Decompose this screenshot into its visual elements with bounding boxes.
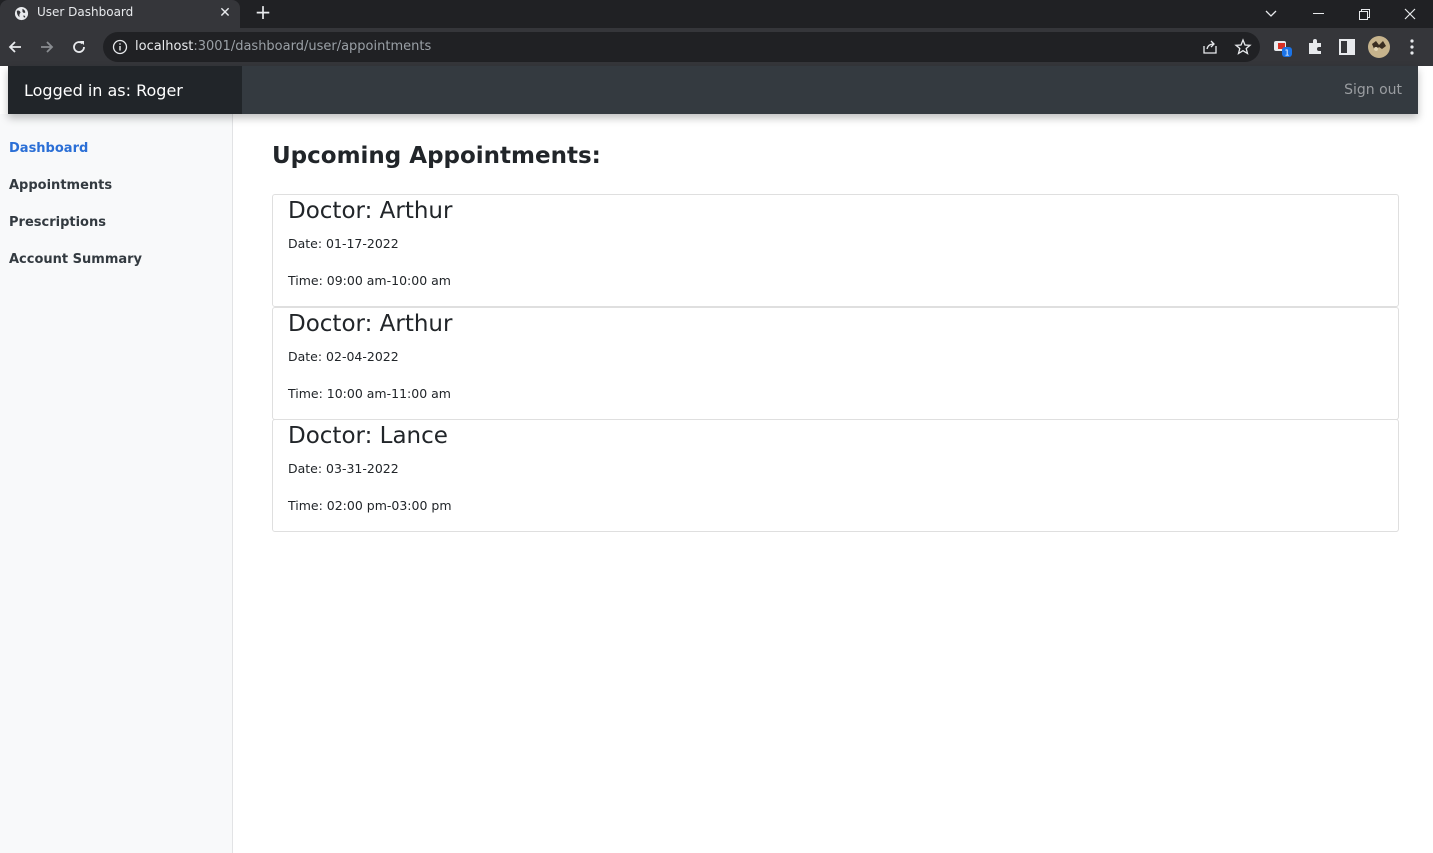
sidebar-item-appointments[interactable]: Appointments (9, 178, 112, 193)
main-content: Upcoming Appointments: Doctor: Arthur Da… (233, 114, 1433, 853)
appointment-date: Date: 03-31-2022 (288, 461, 399, 476)
appointment-doctor: Doctor: Arthur (288, 311, 453, 337)
close-window-icon[interactable] (1387, 0, 1433, 28)
sidebar-item-dashboard[interactable]: Dashboard (9, 141, 88, 156)
appointment-doctor: Doctor: Lance (288, 423, 448, 449)
back-arrow-icon[interactable] (4, 36, 26, 58)
appointment-date: Date: 02-04-2022 (288, 349, 399, 364)
more-menu-icon[interactable] (1402, 37, 1422, 57)
appointment-time: Time: 02:00 pm-03:00 pm (288, 498, 452, 513)
info-icon[interactable] (112, 39, 128, 55)
browser-tabstrip: User Dashboard ✕ + (0, 0, 1433, 28)
extension-badge-icon[interactable]: 1 (1273, 37, 1293, 57)
forward-arrow-icon[interactable] (36, 36, 58, 58)
bookmark-star-icon[interactable] (1234, 38, 1252, 56)
logged-in-brand[interactable]: Logged in as: Roger (8, 66, 242, 114)
sidebar: Dashboard Appointments Prescriptions Acc… (0, 114, 233, 853)
appointment-doctor: Doctor: Arthur (288, 198, 453, 224)
side-panel-icon[interactable] (1337, 37, 1357, 57)
appointment-card: Doctor: Arthur Date: 02-04-2022 Time: 10… (272, 307, 1399, 420)
globe-icon (14, 6, 29, 21)
appointment-card: Doctor: Arthur Date: 01-17-2022 Time: 09… (272, 194, 1399, 307)
appointment-time: Time: 09:00 am-10:00 am (288, 273, 451, 288)
url-host: localhost (135, 39, 194, 54)
sidebar-item-prescriptions[interactable]: Prescriptions (9, 215, 106, 230)
appointment-time: Time: 10:00 am-11:00 am (288, 386, 451, 401)
extension-badge-count: 1 (1284, 49, 1289, 58)
reload-icon[interactable] (68, 36, 90, 58)
appointment-date: Date: 01-17-2022 (288, 236, 399, 251)
url-text[interactable]: localhost:3001/dashboard/user/appointmen… (135, 39, 431, 54)
close-tab-icon[interactable]: ✕ (216, 4, 234, 22)
tab-title: User Dashboard (37, 5, 134, 19)
app-navbar: Logged in as: Roger Sign out (8, 66, 1418, 114)
tab-search-icon[interactable] (1248, 0, 1294, 28)
browser-toolbar: localhost:3001/dashboard/user/appointmen… (0, 28, 1433, 66)
profile-avatar-icon[interactable] (1367, 35, 1391, 59)
puzzle-piece-icon[interactable] (1305, 37, 1325, 57)
sign-out-link[interactable]: Sign out (1344, 82, 1402, 98)
address-bar[interactable]: localhost:3001/dashboard/user/appointmen… (103, 32, 1260, 62)
browser-tab[interactable]: User Dashboard ✕ (0, 0, 240, 28)
appointment-card: Doctor: Lance Date: 03-31-2022 Time: 02:… (272, 419, 1399, 532)
restore-icon[interactable] (1341, 0, 1387, 28)
sidebar-item-account-summary[interactable]: Account Summary (9, 252, 142, 267)
page-title: Upcoming Appointments: (272, 143, 601, 169)
minimize-icon[interactable] (1295, 0, 1341, 28)
new-tab-icon[interactable]: + (252, 2, 274, 24)
share-icon[interactable] (1201, 38, 1219, 56)
url-path: :3001/dashboard/user/appointments (193, 39, 432, 54)
